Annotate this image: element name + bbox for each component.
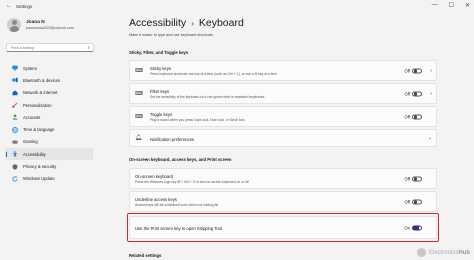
sidebar-item-network[interactable]: Network & internet xyxy=(5,87,93,99)
sticky-keys-state: Off xyxy=(404,68,410,73)
toggle-keys-toggle[interactable] xyxy=(412,114,422,119)
sidebar-item-accessibility[interactable]: Accessibility xyxy=(5,148,93,161)
user-name: Joana N xyxy=(26,20,45,25)
sidebar-item-label: Gaming xyxy=(23,139,38,145)
back-arrow-icon[interactable]: ← xyxy=(6,3,12,9)
chevron-right-icon: › xyxy=(430,90,432,97)
title-bar: ← Settings — ☐ ✕ xyxy=(0,0,474,12)
sticky-keys-card[interactable]: ⌨ Sticky keys Press keyboard shortcuts o… xyxy=(129,60,437,81)
breadcrumb-parent[interactable]: Accessibility xyxy=(129,17,186,29)
breadcrumb: Accessibility › Keyboard xyxy=(129,17,244,29)
keyboard-icon: ⌨ xyxy=(135,67,143,74)
filter-keys-toggle[interactable] xyxy=(412,91,422,96)
section-heading-onscreen: On-screen keyboard, access keys, and Pri… xyxy=(129,157,232,162)
user-profile[interactable]: Joana N joananuria2020@outlook.com xyxy=(7,18,74,32)
sidebar: Joana N joananuria2020@outlook.com ⌕ Sys… xyxy=(0,12,100,260)
window-title: Settings xyxy=(16,3,33,9)
watermark: Electronics Hub xyxy=(416,248,470,257)
sidebar-item-label: Accounts xyxy=(23,114,41,120)
filter-keys-description: Set the sensitivity of the keyboard so i… xyxy=(150,95,265,99)
sticky-keys-title: Sticky keys xyxy=(150,66,171,71)
onscreen-keyboard-toggle[interactable] xyxy=(412,176,422,181)
avatar xyxy=(7,18,21,32)
notification-preferences-card[interactable]: 🔔︎ Notification preferences ⌄ xyxy=(129,129,437,147)
sticky-keys-toggle[interactable] xyxy=(412,68,422,73)
onscreen-keyboard-description: Press the Windows logo key ⊞ + Ctrl + O … xyxy=(135,180,249,184)
onscreen-keyboard-card[interactable]: On-screen keyboard Press the Windows log… xyxy=(129,168,437,189)
sidebar-item-label: Network & internet xyxy=(23,90,58,96)
sidebar-item-label: Windows Update xyxy=(23,176,55,182)
sidebar-item-label: Privacy & security xyxy=(23,164,57,170)
update-icon xyxy=(12,176,18,182)
sticky-keys-description: Press keyboard shortcuts one key at a ti… xyxy=(150,72,277,76)
globe-icon xyxy=(12,126,18,133)
underline-access-keys-title: Underline access keys xyxy=(135,197,177,202)
underline-access-keys-toggle[interactable] xyxy=(412,199,422,204)
underline-access-keys-card[interactable]: Underline access keys Access keys will b… xyxy=(129,191,437,212)
chevron-right-icon: › xyxy=(430,67,432,74)
sidebar-item-accounts[interactable]: Accounts xyxy=(5,111,93,123)
shield-icon xyxy=(12,163,18,170)
gaming-icon xyxy=(12,139,18,145)
accessibility-icon xyxy=(12,151,18,157)
filter-keys-card[interactable]: ⌨ Filter keys Set the sensitivity of the… xyxy=(129,83,437,104)
sidebar-item-label: Time & language xyxy=(23,127,55,133)
notification-preferences-title: Notification preferences xyxy=(150,136,194,142)
network-icon xyxy=(12,90,18,96)
sidebar-item-system[interactable]: System xyxy=(5,62,93,74)
brush-icon xyxy=(12,102,18,108)
filter-keys-title: Filter keys xyxy=(150,89,170,94)
main-content: Accessibility › Keyboard Make it easier … xyxy=(112,12,474,260)
keyboard-icon: ⌨ xyxy=(135,113,143,120)
onscreen-keyboard-state: Off xyxy=(404,176,410,181)
sidebar-item-windows-update[interactable]: Windows Update xyxy=(5,173,93,185)
sidebar-item-personalization[interactable]: Personalization xyxy=(5,99,93,111)
maximize-button[interactable]: ☐ xyxy=(449,2,454,9)
sidebar-item-label: System xyxy=(23,65,37,71)
accounts-icon xyxy=(12,114,18,120)
watermark-suffix: Hub xyxy=(458,249,470,256)
sidebar-item-label: Bluetooth & devices xyxy=(23,77,61,83)
system-icon xyxy=(12,65,18,71)
sidebar-item-privacy-security[interactable]: Privacy & security xyxy=(5,160,93,172)
page-subtitle: Make it easier to type and use keyboard … xyxy=(129,33,213,37)
filter-keys-state: Off xyxy=(404,91,410,96)
sidebar-nav: System Bluetooth & devices Network & int… xyxy=(5,62,93,185)
close-button[interactable]: ✕ xyxy=(465,2,470,9)
bluetooth-icon xyxy=(12,77,18,83)
toggle-keys-state: Off xyxy=(404,114,410,119)
highlight-box xyxy=(127,213,439,242)
keyboard-icon: ⌨ xyxy=(135,90,143,97)
toggle-keys-card[interactable]: ⌨ Toggle keys Play a sound when you pres… xyxy=(129,106,437,127)
toggle-keys-title: Toggle keys xyxy=(150,112,173,117)
section-heading-sticky-filter-toggle: Sticky, Filter, and Toggle keys xyxy=(129,50,189,55)
watermark-logo-icon xyxy=(416,248,426,257)
bell-icon: 🔔︎ xyxy=(135,135,142,141)
search-box[interactable]: ⌕ xyxy=(6,43,94,52)
minimize-button[interactable]: — xyxy=(432,2,438,9)
page-title: Keyboard xyxy=(198,17,244,29)
search-icon[interactable]: ⌕ xyxy=(87,45,90,50)
section-heading-related: Related settings xyxy=(129,253,162,258)
toggle-keys-description: Play a sound when you press Caps lock, N… xyxy=(150,118,245,122)
user-email: joananuria2020@outlook.com xyxy=(26,26,74,30)
sidebar-item-gaming[interactable]: Gaming xyxy=(5,136,93,148)
window-controls: — ☐ ✕ xyxy=(432,2,470,9)
search-input[interactable] xyxy=(11,45,81,50)
underline-access-keys-state: Off xyxy=(404,199,410,204)
sidebar-item-time-language[interactable]: Time & language xyxy=(5,123,93,135)
underline-access-keys-description: Access keys will be underlined even when… xyxy=(135,203,219,207)
sidebar-item-label: Personalization xyxy=(23,102,52,108)
sidebar-item-label: Accessibility xyxy=(23,151,46,157)
breadcrumb-separator: › xyxy=(191,18,194,28)
sidebar-item-bluetooth[interactable]: Bluetooth & devices xyxy=(5,74,93,86)
onscreen-keyboard-title: On-screen keyboard xyxy=(135,174,173,179)
chevron-down-icon[interactable]: ⌄ xyxy=(428,135,432,141)
watermark-brand: Electronics xyxy=(428,249,459,256)
